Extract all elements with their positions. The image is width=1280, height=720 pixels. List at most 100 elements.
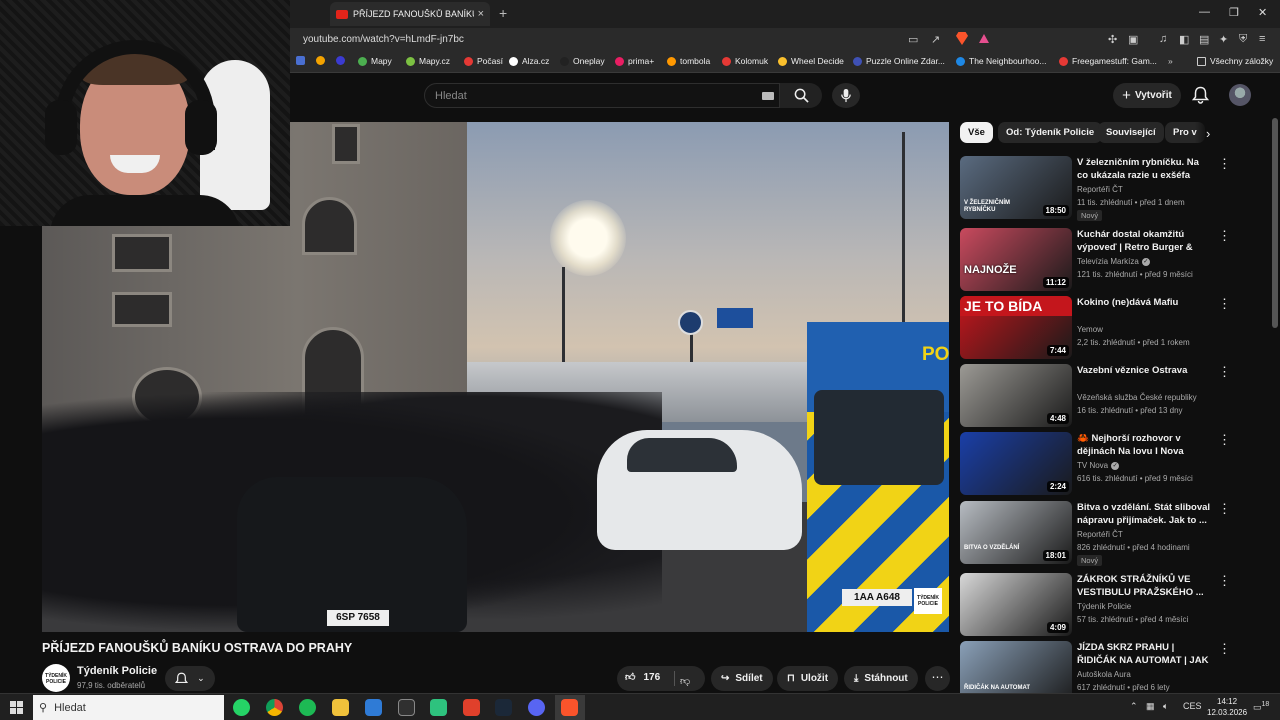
new-tab-button[interactable]: + <box>499 5 507 21</box>
leo-ai-icon[interactable]: ✦ <box>1219 33 1228 46</box>
whatsapp-icon[interactable] <box>233 699 250 716</box>
brave-icon[interactable] <box>561 699 578 716</box>
dislike-button[interactable]: 👎︎ <box>680 671 690 689</box>
tab-close-icon[interactable]: × <box>478 8 484 20</box>
vpn-icon[interactable]: ⛨ <box>1239 33 1247 46</box>
bookmarks-more-button[interactable]: » <box>1168 56 1173 66</box>
steam-icon[interactable] <box>495 699 512 716</box>
chip-from-channel[interactable]: Od: Týdeník Policie <box>998 122 1103 143</box>
recommendation-channel[interactable]: TV Nova ✓ <box>1077 461 1120 470</box>
cast-icon[interactable]: ▭ <box>908 33 918 46</box>
volume-icon[interactable]: 🔈︎ <box>1163 701 1168 712</box>
chip-related[interactable]: Související <box>1098 122 1164 143</box>
chrome-icon[interactable] <box>266 699 283 716</box>
share-page-icon[interactable]: ↗ <box>931 33 940 46</box>
video-thumbnail[interactable]: V ŽELEZNIČNÍM RYBNÍČKU 18:50 <box>960 156 1072 219</box>
recommendation-title[interactable]: ZÁKROK STRÁŽNÍKŮ VE VESTIBULU PRAŽSKÉHO … <box>1077 573 1211 599</box>
video-thumbnail[interactable]: NAJNOŽE 11:12 <box>960 228 1072 291</box>
bookmark-icon-1[interactable] <box>296 56 309 65</box>
video-thumbnail[interactable]: 4:48 <box>960 364 1072 427</box>
bookmark-item[interactable]: Mapy <box>358 56 392 66</box>
bookmark-item[interactable]: Oneplay <box>560 56 605 66</box>
like-button[interactable]: 👍︎ 176 <box>625 671 660 684</box>
notifications-icon[interactable]: ▭18 <box>1253 701 1269 713</box>
share-button[interactable]: ↪ Sdílet <box>711 666 773 691</box>
subscribed-notifications-button[interactable]: ⌄ <box>165 666 215 691</box>
channel-avatar[interactable]: TÝDENÍK POLICIE <box>42 664 70 692</box>
bookmark-item[interactable]: Wheel Decide <box>778 56 844 66</box>
media-icon[interactable]: ♫ <box>1159 33 1167 45</box>
menu-icon[interactable]: ≡ <box>1259 33 1265 45</box>
kebab-menu-icon[interactable]: ⋮ <box>1218 573 1231 589</box>
bookmark-item[interactable]: Mapy.cz <box>406 56 450 66</box>
app-icon[interactable] <box>430 699 447 716</box>
notifications-bell-icon[interactable] <box>1192 86 1209 104</box>
recommendation-channel[interactable]: Týdeník Policie <box>1077 602 1131 611</box>
bookmark-item[interactable]: The Neighbourhoo... <box>956 56 1047 66</box>
video-thumbnail[interactable]: JE TO BÍDA 7:44 <box>960 296 1072 359</box>
capcut-icon[interactable] <box>398 699 415 716</box>
recommendation-channel[interactable]: Televízia Markíza ✓ <box>1077 257 1150 266</box>
recommendation-title[interactable]: Bitva o vzdělání. Stát sliboval nápravu … <box>1077 501 1211 527</box>
wallet-icon[interactable]: ▤ <box>1199 33 1209 46</box>
bookmark-item[interactable]: Puzzle Online Zdar... <box>853 56 945 66</box>
restore-button[interactable]: ❐ <box>1229 6 1239 19</box>
game-launcher-icon[interactable] <box>463 699 480 716</box>
recommendation-title[interactable]: Kuchár dostal okamžitú výpoveď | Retro B… <box>1077 228 1211 254</box>
kebab-menu-icon[interactable]: ⋮ <box>1218 432 1231 448</box>
spotify-icon[interactable] <box>299 699 316 716</box>
taskbar-search-input[interactable]: ⚲ Hledat <box>33 695 224 720</box>
video-thumbnail[interactable]: BITVA O VZDĚLÁNÍ 18:01 <box>960 501 1072 564</box>
recommendation-item[interactable]: 4:09 ZÁKROK STRÁŽNÍKŮ VE VESTIBULU PRAŽSK… <box>960 573 1231 637</box>
kebab-menu-icon[interactable]: ⋮ <box>1218 228 1231 244</box>
bookmark-item[interactable]: prima+ <box>615 56 654 66</box>
bookmark-item[interactable]: Freegamestuff: Gam... <box>1059 56 1157 66</box>
brave-rewards-icon[interactable] <box>979 34 989 43</box>
bookmark-item[interactable]: Počasí <box>464 56 503 66</box>
kebab-menu-icon[interactable]: ⋮ <box>1218 501 1231 517</box>
download-button[interactable]: ⤓ Stáhnout <box>844 666 918 691</box>
tray-chevron-icon[interactable]: ⌃ <box>1130 701 1138 712</box>
chip-all[interactable]: Vše <box>960 122 993 143</box>
discord-icon[interactable] <box>528 699 545 716</box>
recommendation-channel[interactable]: Autoškola Aura <box>1077 670 1131 679</box>
recommendation-title[interactable]: V železničním rybníčku. Na co ukázala ra… <box>1077 156 1211 182</box>
bookmark-item[interactable]: Alza.cz <box>509 56 549 66</box>
windows-start-icon[interactable] <box>10 701 23 714</box>
recommendation-item[interactable]: V ŽELEZNIČNÍM RYBNÍČKU 18:50 V železničním… <box>960 156 1231 221</box>
recommendation-channel[interactable]: Reportéři ČT <box>1077 530 1123 539</box>
bookmark-icon-3[interactable] <box>336 56 349 65</box>
file-explorer-icon[interactable] <box>332 699 349 716</box>
channel-watermark[interactable]: TÝDENÍK POLICIE <box>914 588 942 614</box>
recommendation-channel[interactable]: Reportéři ČT <box>1077 185 1123 194</box>
bookmark-icon-2[interactable] <box>316 56 329 65</box>
browser-tab[interactable]: PŘÍJEZD FANOUŠKŮ BANÍKU OSTRAVA DO PRAHY… <box>330 2 490 26</box>
recommendation-item[interactable]: NAJNOŽE 11:12 Kuchár dostal okamžitú výpov… <box>960 228 1231 292</box>
taskbar-clock[interactable]: 14:12 12.03.2026 <box>1207 696 1247 718</box>
minimize-button[interactable]: — <box>1199 6 1210 18</box>
vscode-icon[interactable] <box>365 699 382 716</box>
chevron-right-icon[interactable]: › <box>1206 126 1210 141</box>
page-scrollbar[interactable] <box>1272 118 1278 328</box>
channel-name[interactable]: Týdeník Policie <box>77 665 157 677</box>
language-indicator[interactable]: CES <box>1183 701 1202 711</box>
screenshot-icon[interactable]: ▣ <box>1128 33 1138 46</box>
recommendation-item[interactable]: JE TO BÍDA 7:44 Kokino (ne)dává Mafiu Yemow… <box>960 296 1231 360</box>
more-actions-button[interactable]: ⋯ <box>925 666 950 691</box>
create-button[interactable]: + Vytvořit <box>1113 83 1181 108</box>
save-button[interactable]: ⊓ Uložit <box>777 666 839 691</box>
bookmark-item[interactable]: Kolomuk <box>722 56 768 66</box>
video-thumbnail[interactable]: 2:24 <box>960 432 1072 495</box>
recommendation-item[interactable]: 2:24 🦀 Nejhorší rozhovor v dějinách Na lo… <box>960 432 1231 496</box>
recommendation-title[interactable]: Vazební věznice Ostrava <box>1077 364 1211 377</box>
network-icon[interactable]: ▦ <box>1146 701 1155 712</box>
extensions-icon[interactable]: ✣ <box>1108 33 1117 46</box>
video-thumbnail[interactable]: 4:09 <box>960 573 1072 636</box>
recommendation-channel[interactable]: Yemow <box>1077 325 1103 334</box>
keyboard-icon[interactable] <box>762 92 774 100</box>
kebab-menu-icon[interactable]: ⋮ <box>1218 641 1231 657</box>
recommendation-channel[interactable]: Vězeňská služba České republiky <box>1077 393 1197 402</box>
close-window-button[interactable]: ✕ <box>1258 6 1267 19</box>
recommendation-title[interactable]: Kokino (ne)dává Mafiu <box>1077 296 1211 309</box>
kebab-menu-icon[interactable]: ⋮ <box>1218 156 1231 172</box>
